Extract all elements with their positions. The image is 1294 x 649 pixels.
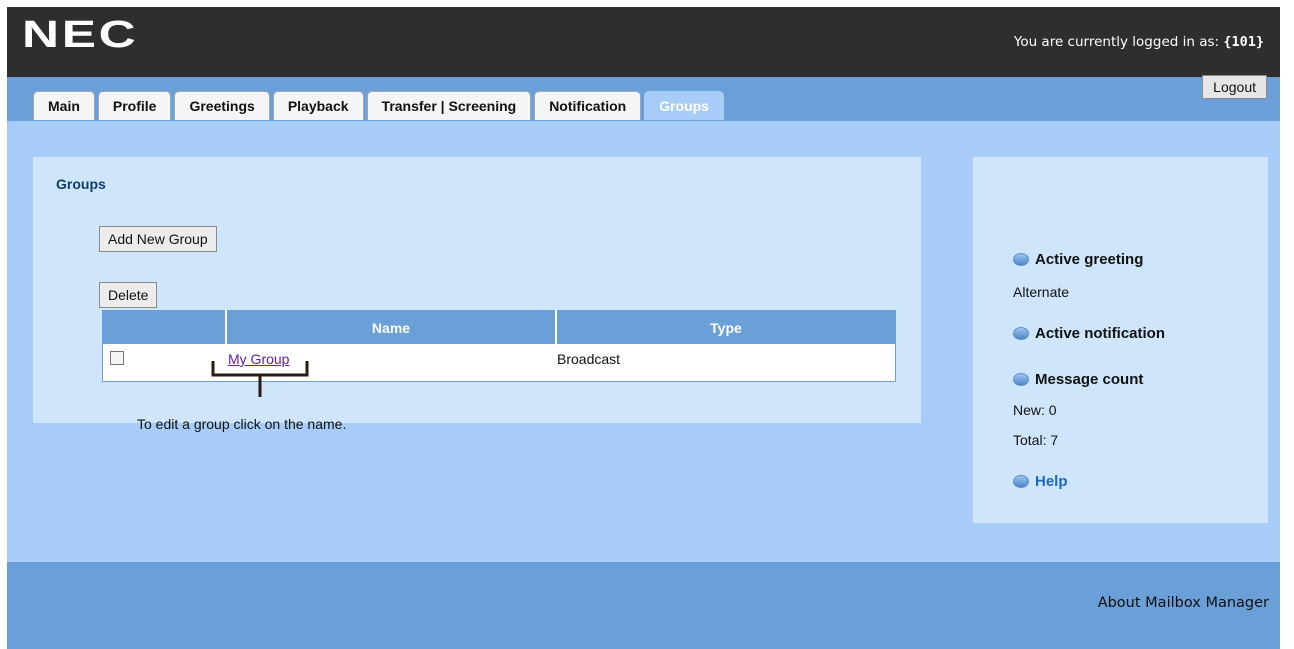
tab-groups[interactable]: Groups (644, 91, 724, 120)
help-link[interactable]: Help (1013, 473, 1068, 490)
active-greeting-heading: Active greeting (1013, 251, 1143, 268)
tab-list: Main Profile Greetings Playback Transfer… (33, 91, 724, 121)
main-area: Groups Add New Group Delete Name Type My… (7, 121, 1280, 562)
group-type: Broadcast (557, 351, 621, 367)
blue-orb-icon (1013, 475, 1029, 488)
groups-panel: Groups Add New Group Delete Name Type My… (33, 157, 921, 423)
tab-bar: Main Profile Greetings Playback Transfer… (7, 77, 1280, 121)
message-count-title: Message count (1035, 371, 1144, 388)
type-cell: Broadcast (556, 344, 896, 382)
login-user: {101} (1223, 34, 1264, 50)
panel-title: Groups (56, 176, 106, 192)
nec-logo: NEC (22, 14, 139, 56)
active-notification-title: Active notification (1035, 325, 1166, 342)
tab-transfer-screening[interactable]: Transfer | Screening (366, 91, 532, 120)
login-status: You are currently logged in as: {101} (1014, 34, 1264, 50)
table-header-row: Name Type (102, 310, 896, 344)
tab-playback[interactable]: Playback (272, 91, 364, 120)
tab-notification[interactable]: Notification (534, 91, 642, 120)
blue-orb-icon (1013, 253, 1029, 266)
active-greeting-title: Active greeting (1035, 251, 1144, 268)
logout-button[interactable]: Logout (1202, 75, 1267, 99)
total-message-count: Total: 7 (1013, 432, 1059, 448)
add-new-group-button[interactable]: Add New Group (99, 226, 217, 252)
active-notification-heading: Active notification (1013, 325, 1165, 342)
blue-orb-icon (1013, 373, 1029, 386)
tab-main[interactable]: Main (33, 91, 95, 120)
column-header-name: Name (226, 310, 557, 344)
footer-bar: About Mailbox Manager (7, 562, 1280, 649)
column-header-select (102, 310, 227, 344)
tab-profile[interactable]: Profile (97, 91, 172, 120)
row-checkbox[interactable] (110, 351, 124, 365)
login-prefix: You are currently logged in as: (1013, 34, 1220, 50)
app-frame: NEC You are currently logged in as: {101… (7, 7, 1280, 649)
message-count-heading: Message count (1013, 371, 1143, 388)
column-header-type: Type (556, 310, 896, 344)
help-label[interactable]: Help (1035, 473, 1068, 490)
status-side-panel: Active greeting Alternate Active notific… (973, 157, 1268, 523)
edit-hint-text: To edit a group click on the name. (137, 416, 347, 432)
blue-orb-icon (1013, 327, 1029, 340)
header-bar: NEC You are currently logged in as: {101… (7, 7, 1280, 77)
active-greeting-value: Alternate (1013, 284, 1070, 300)
callout-bracket (211, 361, 309, 397)
delete-button[interactable]: Delete (99, 282, 158, 308)
tab-greetings[interactable]: Greetings (174, 91, 270, 120)
about-mailbox-manager-link[interactable]: About Mailbox Manager (1098, 595, 1269, 611)
new-message-count: New: 0 (1013, 402, 1057, 418)
